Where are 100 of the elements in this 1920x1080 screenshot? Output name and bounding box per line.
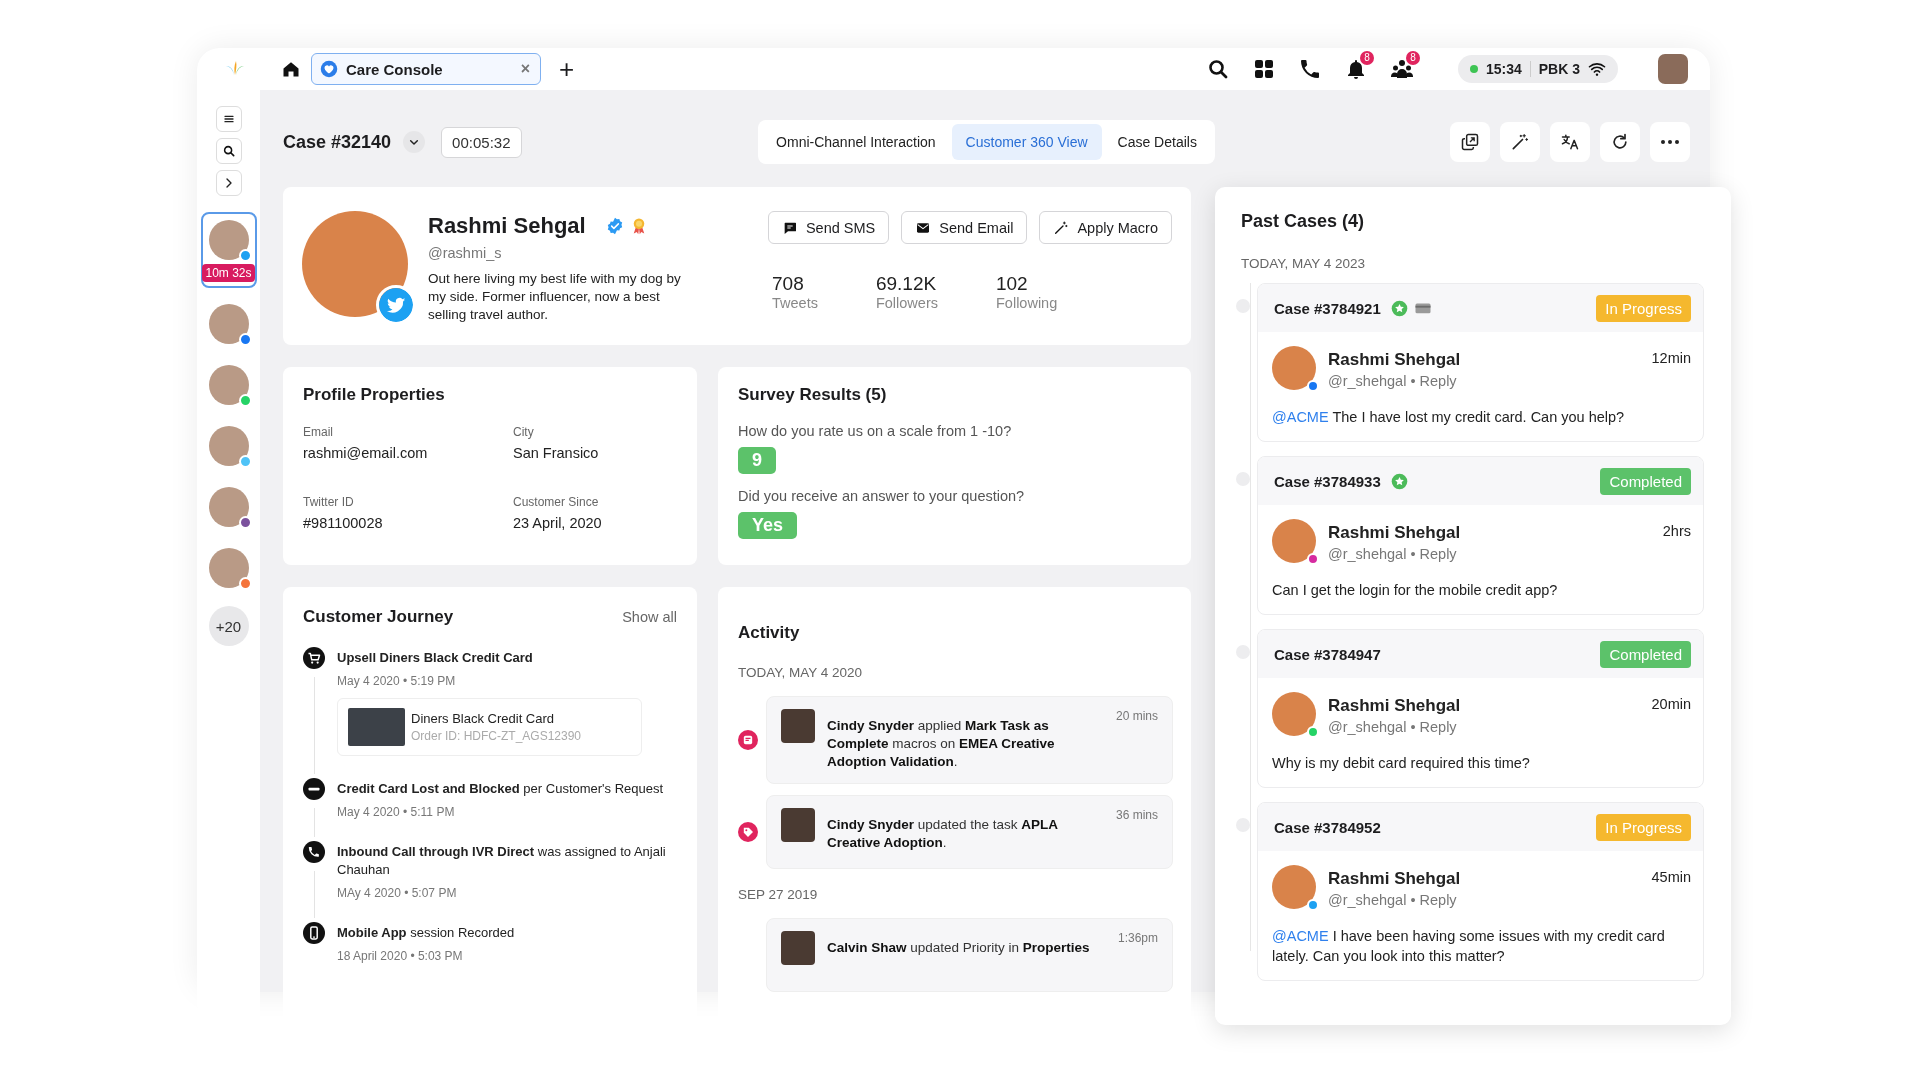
contact-item[interactable]: 10m 32s [200,212,257,288]
date-heading: TODAY, MAY 4 2020 [738,665,864,680]
more-contacts-button[interactable]: +20 [208,606,249,646]
verified-icon [605,217,624,235]
timeline-dot [1236,818,1250,832]
magic-button[interactable] [1500,122,1540,162]
expand-button[interactable] [215,170,242,196]
search-icon [221,144,236,158]
view-tab[interactable]: Omni-Channel Interaction [762,124,950,160]
field-value: 23 April, 2020 [513,515,603,531]
avatar [1272,692,1316,736]
note-icon [738,730,758,750]
case-number[interactable]: Case #3784933 [1274,472,1381,490]
card-image [348,708,405,746]
field-value: #981100028 [303,515,384,531]
case-card[interactable]: Case #3784952 In Progress Rashmi Shehgal @r_shehgal • Reply 45min @ACME I have been having some issues with my credit card lately. Can you look into this matter? [1257,802,1704,981]
status-badge: In Progress [1596,294,1691,322]
panel-title: Past Cases (4) [1241,211,1366,232]
refresh-button[interactable] [1600,122,1640,162]
case-title: Case #32140 [283,131,392,153]
count-badge: 8 [1359,51,1374,65]
case-number[interactable]: Case #3784952 [1274,818,1381,836]
mobile-phone-icon [303,922,325,944]
view-tab[interactable]: Case Details [1103,124,1211,160]
line-label: PBK 3 [1538,61,1580,77]
send-email-button[interactable]: Send Email [901,211,1028,244]
survey-answer: 9 [738,447,776,474]
avatar [1272,519,1316,563]
date-heading: SEP 27 2019 [738,887,819,902]
notifications-button[interactable]: 8 [1337,51,1374,87]
user-avatar[interactable] [1658,54,1688,84]
event-text: Inbound Call through IVR Direct was assigned to Anjali Chauhan [337,843,667,879]
field-label: Customer Since [513,495,600,509]
view-tab[interactable]: Customer 360 View [951,124,1102,160]
message-time: 45min [1651,868,1691,885]
author-name: Rashmi Shehgal [1328,695,1461,716]
case-timer: 00:05:32 [441,126,522,158]
team-button[interactable]: 8 [1383,51,1420,87]
event-time: May 4 2020 • 5:11 PM [337,805,456,819]
copy-button[interactable] [1450,122,1490,162]
status-pill[interactable]: 15:34 PBK 3 [1457,55,1618,83]
avatar [781,808,815,842]
author-handle: @r_shehgal • Reply [1328,719,1458,735]
show-all-link[interactable]: Show all [622,609,677,625]
author-name: Rashmi Shehgal [1328,868,1461,889]
new-tab-button[interactable]: + [555,56,579,82]
survey-question: Did you receive an answer to your question? [738,488,1026,504]
case-card[interactable]: Case #3784921 In Progress Rashmi Shehgal @r_shehgal • Reply 12min @ACME The I have lost my credit card. Can you help? [1257,283,1704,442]
mention-link[interactable]: @ACME [1272,409,1329,425]
timeline-dot [1236,472,1250,486]
event-time: MAy 4 2020 • 5:07 PM [337,886,458,900]
avatar [781,709,815,743]
copy-icon [1460,132,1480,152]
clock-time: 15:34 [1485,61,1522,77]
refresh-icon [1610,132,1630,152]
apply-macro-button[interactable]: Apply Macro [1039,211,1172,244]
message-time: 2hrs [1662,522,1691,539]
stat-value: 102 [996,273,1029,295]
translate-button[interactable] [1550,122,1590,162]
magic-wand-icon [1510,132,1530,152]
case-number[interactable]: Case #3784947 [1274,645,1381,663]
date-heading: TODAY, MAY 4 2023 [1241,256,1367,271]
message-time: 12min [1651,349,1691,366]
more-icon [1661,140,1679,144]
message-text: @ACME The I have lost my credit card. Can you help? [1272,408,1626,427]
send-sms-button[interactable]: Send SMS [767,211,890,244]
mention-link[interactable]: @ACME [1272,928,1329,944]
event-time: May 4 2020 • 5:19 PM [337,674,457,688]
activity-time: 1:36pm [1117,931,1158,945]
activity-text: Calvin Shaw updated Priority in Properties [827,939,1091,957]
case-number[interactable]: Case #3784921 [1274,299,1381,317]
field-value: San Fransico [513,445,600,461]
translate-icon [1560,132,1580,152]
wifi-icon [1588,60,1606,78]
event-time: 18 April 2020 • 5:03 PM [337,949,464,963]
author-name: Rashmi Shehgal [1328,522,1461,543]
close-tab-button[interactable]: × [518,60,532,78]
browser-tab[interactable]: Care Console × [311,53,541,85]
menu-button[interactable] [215,106,242,132]
case-dropdown[interactable] [403,131,426,153]
card-title: Profile Properties [303,385,446,405]
avatar [1272,865,1316,909]
more-button[interactable] [1650,122,1690,162]
case-card[interactable]: Case #3784933 Completed Rashmi Shehgal @r_shehgal • Reply 2hrs Can I get the login for the mobile credit app? [1257,456,1704,615]
search-button[interactable] [215,138,242,164]
field-label: Email [303,425,334,439]
author-handle: @r_shehgal • Reply [1328,373,1458,389]
attachment-title: Diners Black Credit Card [411,711,556,726]
event-text: Mobile App session Recorded [337,924,516,942]
count-badge: 8 [1405,51,1420,65]
status-badge: In Progress [1596,813,1691,841]
cart-icon [303,647,325,669]
author-handle: @r_shehgal • Reply [1328,892,1458,908]
message-text: Why is my debit card required this time? [1272,754,1531,773]
activity-time: 36 mins [1115,808,1158,822]
attachment-subtitle: Order ID: HDFC-ZT_AGS12390 [411,729,582,743]
profile-name: Rashmi Sehgal [428,213,586,239]
survey-answer: Yes [738,512,798,539]
activity-text: Cindy Snyder applied Mark Task as Complete macros on EMEA Creative Adoption Validation. [827,717,1056,771]
case-card[interactable]: Case #3784947 Completed Rashmi Shehgal @r_shehgal • Reply 20min Why is my debit card required this time? [1257,629,1704,788]
